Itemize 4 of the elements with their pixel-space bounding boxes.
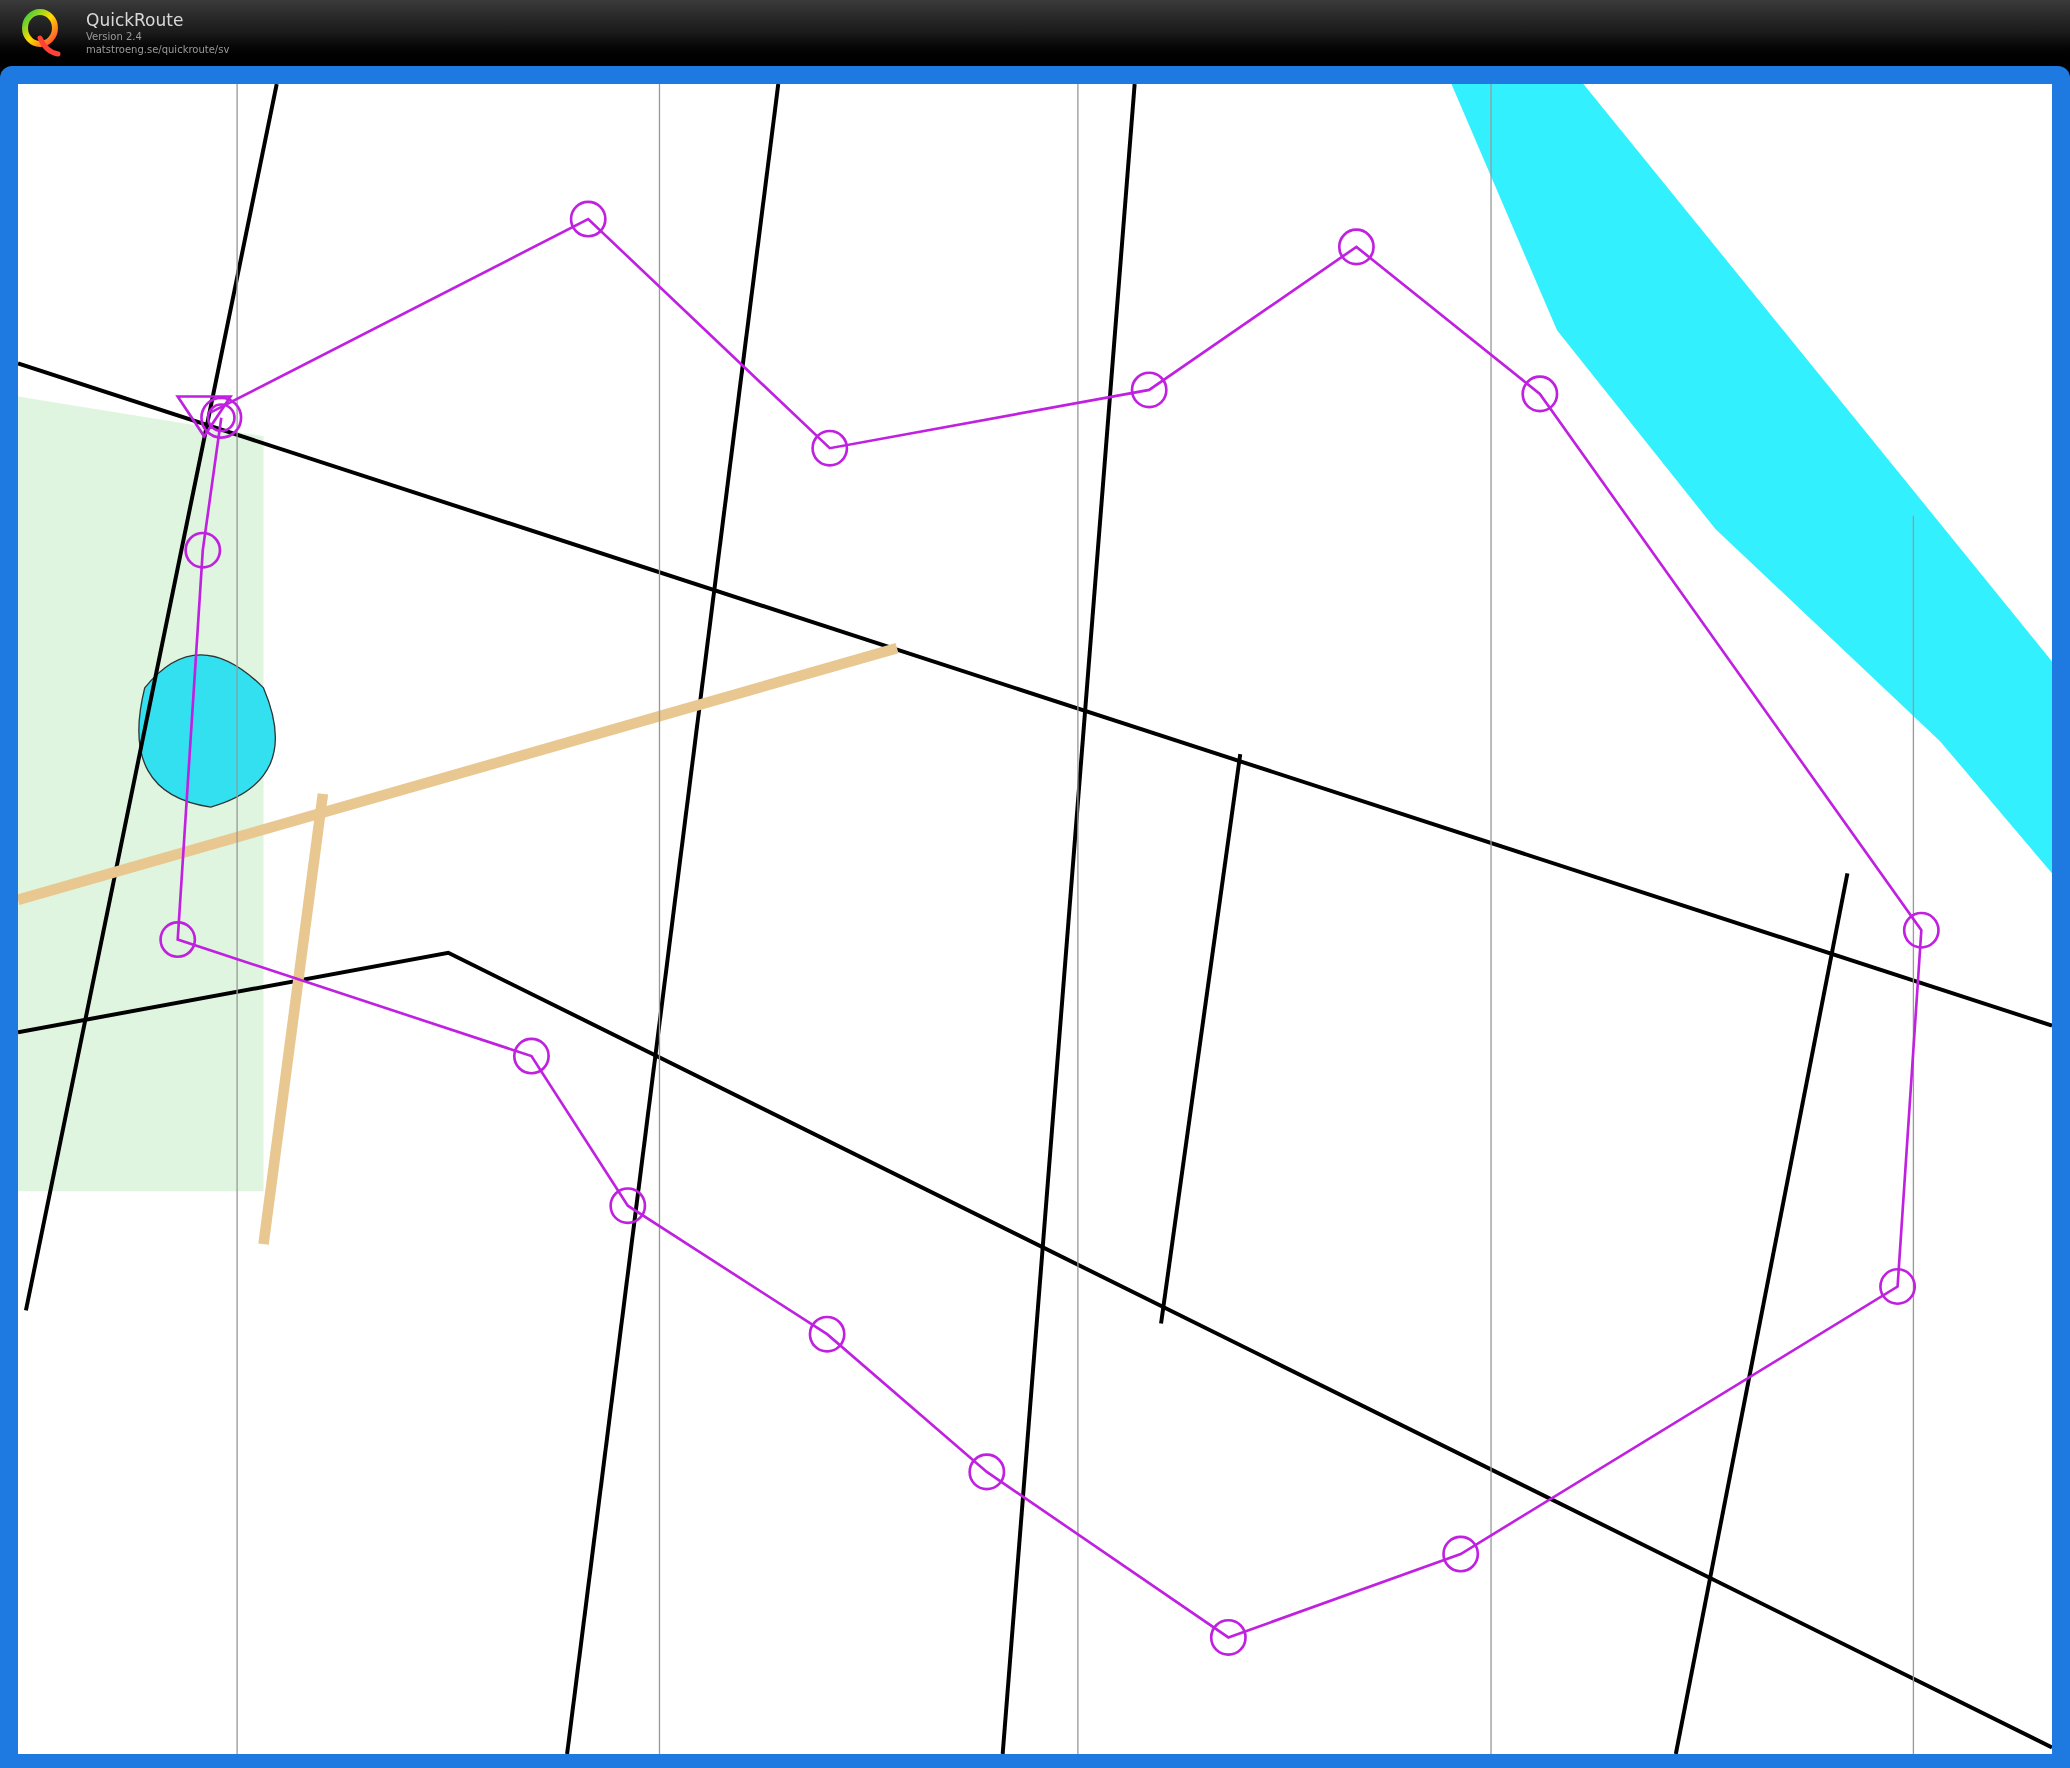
version-text: Version 2.4 xyxy=(86,31,143,44)
app-title: QuickRoute xyxy=(86,9,185,32)
website-link[interactable]: matstroeng.se/quickroute/sv xyxy=(86,43,230,57)
logo-icon xyxy=(20,8,62,58)
